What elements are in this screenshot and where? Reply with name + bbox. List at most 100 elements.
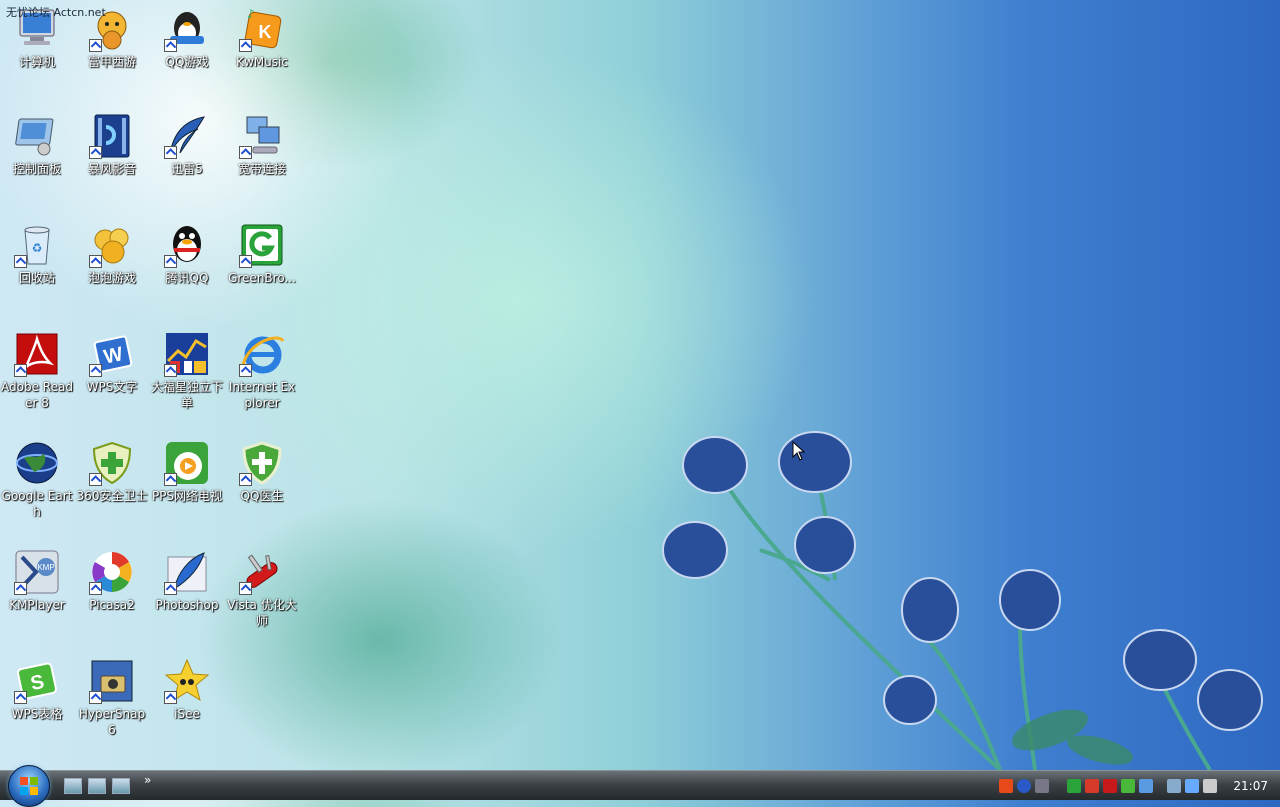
desktop-icon-thunder[interactable]: 迅雷5	[151, 113, 223, 177]
windows-logo-icon	[20, 777, 38, 795]
desktop-icon-photoshop[interactable]: Photoshop	[151, 549, 223, 613]
photoshop-feather-icon	[164, 549, 210, 595]
icon-label: KMPlayer	[9, 598, 65, 612]
sogou-input-icon[interactable]	[999, 778, 1014, 793]
desktop-icon-google-earth[interactable]: Google Earth	[1, 440, 73, 520]
shortcut-arrow-icon	[89, 39, 102, 52]
device-tray-icon[interactable]	[1167, 778, 1182, 793]
kaspersky-tray-icon[interactable]	[1103, 778, 1118, 793]
network-tray-icon[interactable]	[1139, 778, 1154, 793]
internet-explorer-icon	[239, 331, 285, 377]
desktop-icon-pps[interactable]: PPS网络电视	[151, 440, 223, 504]
help-icon[interactable]	[1017, 778, 1032, 793]
icon-label: Internet Explorer	[228, 380, 296, 410]
desktop-icon-kwmusic[interactable]: K ♪ KwMusic	[226, 6, 298, 70]
shortcut-arrow-icon	[239, 364, 252, 377]
desktop-icon-internet-explorer[interactable]: Internet Explorer	[226, 331, 298, 411]
qq-game-icon	[164, 6, 210, 52]
shortcut-arrow-icon	[164, 255, 177, 268]
shortcut-arrow-icon	[239, 146, 252, 159]
icon-label: 富甲西游	[87, 55, 136, 69]
desktop-icon-tencent-qq[interactable]: 腾讯QQ	[151, 222, 223, 286]
start-button[interactable]	[8, 765, 50, 807]
desktop-icon-wps-writer[interactable]: W WPS文字	[76, 331, 148, 395]
desktop-icon-broadband[interactable]: 宽带连接	[226, 113, 298, 177]
wps-spreadsheet-icon: S	[14, 658, 60, 704]
trading-tics-icon	[164, 331, 210, 377]
volume-icon[interactable]	[1203, 778, 1218, 793]
system-tray: 21:07	[997, 771, 1280, 800]
icon-label: 暴风影音	[87, 162, 136, 176]
adobe-reader-icon	[14, 331, 60, 377]
isee-star-icon	[164, 658, 210, 704]
icon-label: QQ医生	[240, 489, 284, 503]
desktop-icon-paopao[interactable]: 泡泡游戏	[76, 222, 148, 286]
desktop-icon-baofeng[interactable]: 暴风影音	[76, 113, 148, 177]
icon-label: PPS网络电视	[151, 489, 223, 503]
icon-label: 腾讯QQ	[165, 271, 209, 285]
icon-label: 大福星独立下单	[151, 380, 224, 410]
shortcut-arrow-icon	[89, 691, 102, 704]
clock[interactable]: 21:07	[1233, 779, 1268, 793]
qq-penguin-icon	[164, 222, 210, 268]
quicklaunch-desktop-icon[interactable]	[64, 778, 82, 794]
notification-chevron-icon[interactable]	[1035, 778, 1050, 793]
desktop-icon-control-panel[interactable]: 控制面板	[1, 113, 73, 177]
icon-label: 360安全卫士	[76, 489, 148, 503]
connection-tray-icon[interactable]	[1185, 778, 1200, 793]
quicklaunch-window-switch-icon[interactable]	[88, 778, 106, 794]
shortcut-arrow-icon	[89, 255, 102, 268]
kwmusic-icon: K ♪	[239, 6, 285, 52]
greenbrowser-icon	[239, 222, 285, 268]
desktop-icon-greenbrowser[interactable]: GreenBro...	[226, 222, 298, 286]
svg-text:KMP: KMP	[37, 563, 54, 572]
google-earth-icon	[14, 440, 60, 486]
shortcut-arrow-icon	[14, 582, 27, 595]
icon-label: Adobe Reader 8	[1, 380, 73, 410]
icon-label: WPS文字	[86, 380, 138, 394]
desktop-icon-dafuxing[interactable]: 大福星独立下单	[151, 331, 223, 411]
icon-label: KwMusic	[236, 55, 288, 69]
desktop-icon-hypersnap[interactable]: HyperSnap 6	[76, 658, 148, 738]
quicklaunch-more-chevron[interactable]: »	[144, 773, 151, 787]
icon-label: 回收站	[18, 271, 55, 285]
shortcut-arrow-icon	[239, 255, 252, 268]
qq-tray-icon[interactable]	[1085, 778, 1100, 793]
desktop-icon-wps-spreadsheet[interactable]: S WPS表格	[1, 658, 73, 722]
shortcut-arrow-icon	[89, 473, 102, 486]
shortcut-arrow-icon	[89, 364, 102, 377]
greenbrowser-tray-icon[interactable]	[1067, 778, 1082, 793]
mouse-cursor-icon	[792, 441, 806, 461]
shortcut-arrow-icon	[164, 364, 177, 377]
desktop-icon-360-safe[interactable]: 360安全卫士	[76, 440, 148, 504]
icon-label: 宽带连接	[237, 162, 286, 176]
icon-label: HyperSnap 6	[78, 707, 146, 737]
desktop-icon-kmplayer[interactable]: KMP KMPlayer	[1, 549, 73, 613]
watermark-text: 无忧论坛 Actcn.net	[6, 6, 106, 19]
desktop-icon-qq-game[interactable]: QQ游戏	[151, 6, 223, 70]
picasa-icon	[89, 549, 135, 595]
desktop-icon-adobe-reader[interactable]: Adobe Reader 8	[1, 331, 73, 411]
shortcut-arrow-icon	[14, 364, 27, 377]
desktop-icon-qq-doctor[interactable]: QQ医生	[226, 440, 298, 504]
icon-label: 迅雷5	[171, 162, 203, 176]
hypersnap-icon	[89, 658, 135, 704]
desktop-icon-vista-optimizer[interactable]: Vista 优化大师	[226, 549, 298, 629]
icon-label: Google Earth	[1, 489, 73, 519]
svg-text:♻: ♻	[32, 241, 43, 255]
desktop-icon-picasa[interactable]: Picasa2	[76, 549, 148, 613]
control-panel-icon	[14, 113, 60, 159]
desktop-icon-isee[interactable]: iSee	[151, 658, 223, 722]
icon-label: Photoshop	[155, 598, 219, 612]
shortcut-arrow-icon	[164, 473, 177, 486]
security-360-tray-icon[interactable]	[1121, 778, 1136, 793]
shortcut-arrow-icon	[89, 582, 102, 595]
desktop-icon-recycle-bin[interactable]: ♻ 回收站	[1, 222, 73, 286]
quicklaunch-computer-icon[interactable]	[112, 778, 130, 794]
paopao-game-icon	[89, 222, 135, 268]
wallpaper-flowers	[662, 431, 1263, 770]
shortcut-arrow-icon	[164, 146, 177, 159]
shortcut-arrow-icon	[239, 473, 252, 486]
kmplayer-icon: KMP	[14, 549, 60, 595]
shortcut-arrow-icon	[14, 691, 27, 704]
